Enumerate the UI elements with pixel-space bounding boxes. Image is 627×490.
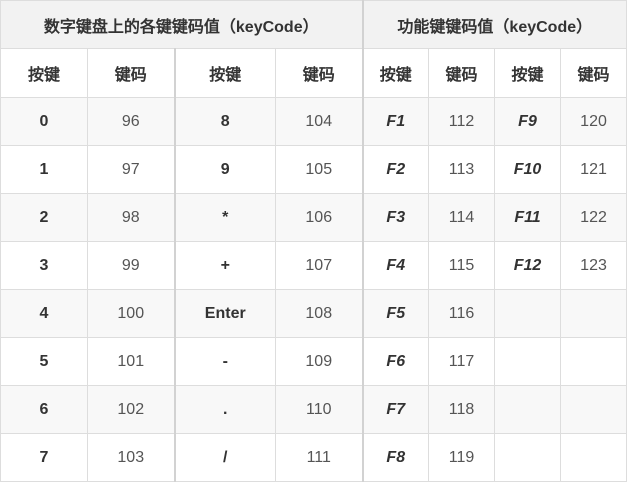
function-code-cell [560, 385, 627, 434]
keycode-table: 数字键盘上的各键键码值（keyCode） 功能键键码值（keyCode） 按键 … [0, 0, 627, 482]
numpad-code-cell: 108 [274, 289, 364, 338]
numpad-code-cell: 107 [274, 241, 364, 290]
function-code-cell: 113 [428, 145, 496, 194]
numpad-key-cell: / [173, 433, 276, 482]
numpad-key-cell: Enter [173, 289, 276, 338]
function-key-cell: F6 [361, 337, 430, 386]
numpad-title: 数字键盘上的各键键码值（keyCode） [0, 0, 364, 49]
numpad-key-cell: 1 [0, 145, 88, 194]
column-header-code: 键码 [274, 48, 364, 98]
column-header-row: 按键 键码 按键 键码 按键 键码 按键 键码 [0, 48, 627, 98]
function-key-cell [494, 337, 562, 386]
function-key-cell: F4 [361, 241, 430, 290]
numpad-key-cell: 3 [0, 241, 88, 290]
function-code-cell: 121 [560, 145, 627, 194]
function-key-cell: F3 [361, 193, 430, 242]
table-row: 5 101-109 F6 117 [0, 337, 627, 386]
function-key-cell: F5 [361, 289, 430, 338]
numpad-code-cell: 110 [274, 385, 364, 434]
function-key-cell: F9 [494, 97, 562, 146]
table-row: 4 100 Enter 108 F5 116 [0, 289, 627, 338]
function-key-cell [494, 385, 562, 434]
function-code-cell: 123 [560, 241, 627, 290]
numpad-code-cell: 99 [87, 241, 175, 290]
numpad-code-cell: 103 [87, 433, 175, 482]
function-code-cell: 118 [428, 385, 496, 434]
table-row: 3 99 +107 F4 115 F12 123 [0, 241, 627, 290]
table-row: 1 97 9 105 F2 113 F10 121 [0, 145, 627, 194]
function-code-cell: 115 [428, 241, 496, 290]
function-code-cell [560, 289, 627, 338]
function-code-cell: 122 [560, 193, 627, 242]
numpad-code-cell: 96 [87, 97, 175, 146]
numpad-code-cell: 101 [87, 337, 175, 386]
function-code-cell: 116 [428, 289, 496, 338]
function-key-cell: F8 [361, 433, 430, 482]
numpad-code-cell: 100 [87, 289, 175, 338]
column-header-code: 键码 [560, 48, 627, 98]
function-key-cell: F11 [494, 193, 562, 242]
numpad-code-cell: 105 [274, 145, 364, 194]
table-row: 0 96 8 104 F1 112 F9 120 [0, 97, 627, 146]
numpad-code-cell: 98 [87, 193, 175, 242]
numpad-key-cell: * [173, 193, 276, 242]
fkeys-title: 功能键键码值（keyCode） [361, 0, 627, 49]
function-key-cell: F7 [361, 385, 430, 434]
function-key-cell: F12 [494, 241, 562, 290]
column-header-code: 键码 [87, 48, 175, 98]
numpad-key-cell: 0 [0, 97, 88, 146]
column-header-code: 键码 [428, 48, 496, 98]
numpad-key-cell: + [173, 241, 276, 290]
numpad-key-cell: 5 [0, 337, 88, 386]
function-code-cell: 119 [428, 433, 496, 482]
function-code-cell: 112 [428, 97, 496, 146]
function-code-cell: 117 [428, 337, 496, 386]
table-row: 7 103/111 F8 119 [0, 433, 627, 482]
function-key-cell [494, 289, 562, 338]
function-code-cell [560, 337, 627, 386]
numpad-code-cell: 109 [274, 337, 364, 386]
numpad-key-cell: 4 [0, 289, 88, 338]
numpad-key-cell: 7 [0, 433, 88, 482]
title-row: 数字键盘上的各键键码值（keyCode） 功能键键码值（keyCode） [0, 0, 627, 49]
function-code-cell: 120 [560, 97, 627, 146]
column-header-key: 按键 [0, 48, 88, 98]
table-row: 2 98 * 106 F3 114 F11 122 [0, 193, 627, 242]
numpad-key-cell: . [173, 385, 276, 434]
table-body: 0 96 8 104 F1 112 F9 120 1 97 9 105 F2 113 F10 121 2 98 * 1… [0, 97, 627, 482]
column-header-key: 按键 [173, 48, 276, 98]
numpad-code-cell: 104 [274, 97, 364, 146]
function-key-cell [494, 433, 562, 482]
function-key-cell: F1 [361, 97, 430, 146]
function-key-cell: F10 [494, 145, 562, 194]
function-key-cell: F2 [361, 145, 430, 194]
function-code-cell [560, 433, 627, 482]
numpad-key-cell: 8 [173, 97, 276, 146]
numpad-key-cell: 2 [0, 193, 88, 242]
numpad-code-cell: 106 [274, 193, 364, 242]
numpad-key-cell: 9 [173, 145, 276, 194]
numpad-code-cell: 111 [274, 433, 364, 482]
numpad-code-cell: 102 [87, 385, 175, 434]
column-header-key: 按键 [494, 48, 562, 98]
function-code-cell: 114 [428, 193, 496, 242]
numpad-code-cell: 97 [87, 145, 175, 194]
numpad-key-cell: 6 [0, 385, 88, 434]
column-header-key: 按键 [361, 48, 430, 98]
table-row: 6 102. 110 F7 118 [0, 385, 627, 434]
numpad-key-cell: - [173, 337, 276, 386]
